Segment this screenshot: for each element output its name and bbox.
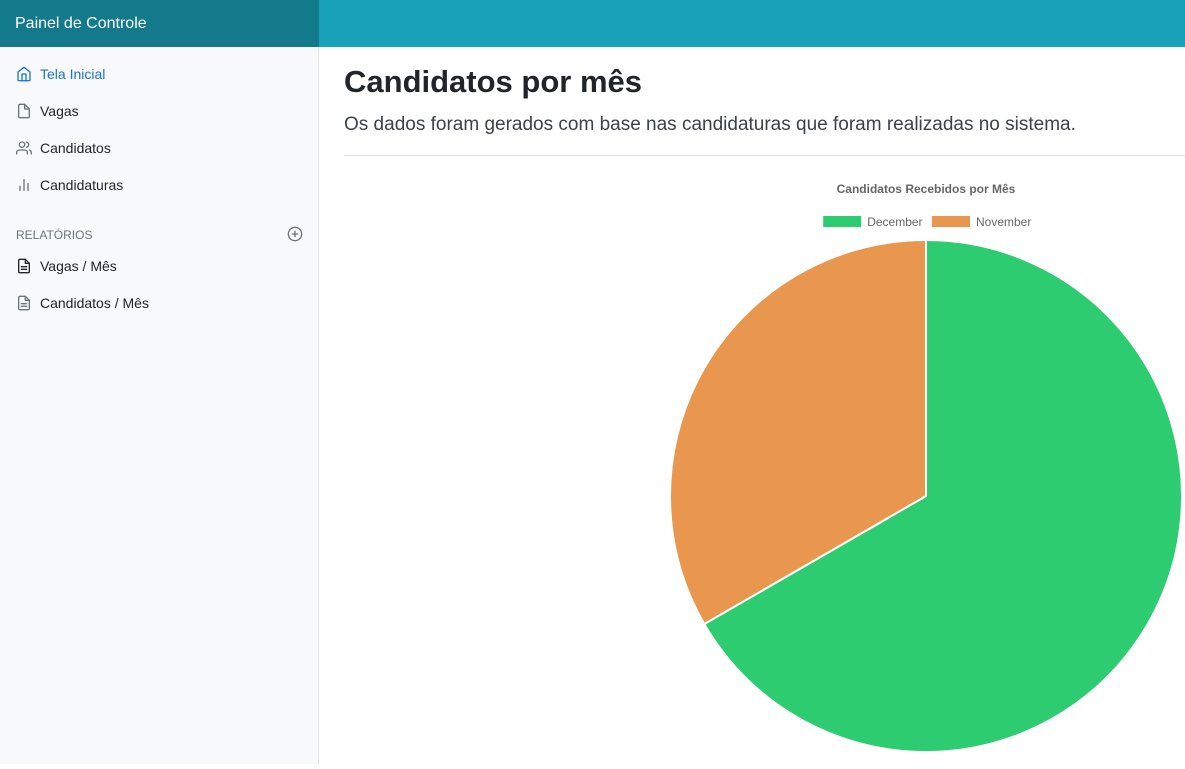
app-brand[interactable]: Painel de Controle [0, 0, 319, 47]
sidebar-item-label: Candidatos [40, 140, 111, 156]
sidebar-item-label: Candidatos / Mês [40, 295, 149, 311]
sidebar-item-vagas-mes[interactable]: Vagas / Mês [16, 255, 117, 277]
sidebar-item-candidatos[interactable]: Candidatos [16, 137, 111, 159]
legend-label-november[interactable]: November [976, 215, 1031, 229]
legend-swatch-december[interactable] [823, 216, 862, 227]
add-report-button[interactable] [287, 226, 303, 242]
legend-swatch-november[interactable] [932, 216, 970, 227]
sidebar: Tela Inicial Vagas Candidatos Candidatur… [0, 47, 319, 764]
sidebar-item-label: Tela Inicial [40, 66, 106, 82]
page-title: Candidatos por mês [344, 64, 642, 99]
chart-container: Candidatos Recebidos por Mês December Nov… [320, 156, 1185, 764]
home-icon [16, 66, 32, 82]
sidebar-item-label: Candidaturas [40, 177, 124, 193]
sidebar-item-candidatos-mes[interactable]: Candidatos / Mês [16, 292, 149, 314]
sidebar-item-label: Vagas / Mês [40, 258, 117, 274]
page-description: Os dados foram gerados com base nas cand… [344, 114, 1076, 135]
users-icon [16, 140, 32, 156]
sidebar-item-tela-inicial[interactable]: Tela Inicial [16, 63, 105, 85]
reports-heading: RELATÓRIOS [16, 228, 93, 242]
chart-legend: December November [823, 215, 1031, 229]
legend-label-december[interactable]: December [867, 215, 922, 229]
file-icon [16, 103, 32, 119]
plus-circle-icon [287, 226, 303, 242]
file-text-icon [16, 295, 32, 311]
pie-chart: Candidatos Recebidos por Mês December Nov… [669, 182, 1183, 753]
sidebar-item-vagas[interactable]: Vagas [16, 100, 79, 122]
bar-chart-icon [16, 177, 32, 193]
chart-title: Candidatos Recebidos por Mês [837, 182, 1016, 196]
sidebar-item-label: Vagas [40, 103, 79, 119]
file-text-icon [16, 258, 32, 274]
sidebar-item-candidaturas[interactable]: Candidaturas [16, 174, 123, 196]
chart-slices [669, 238, 1183, 753]
